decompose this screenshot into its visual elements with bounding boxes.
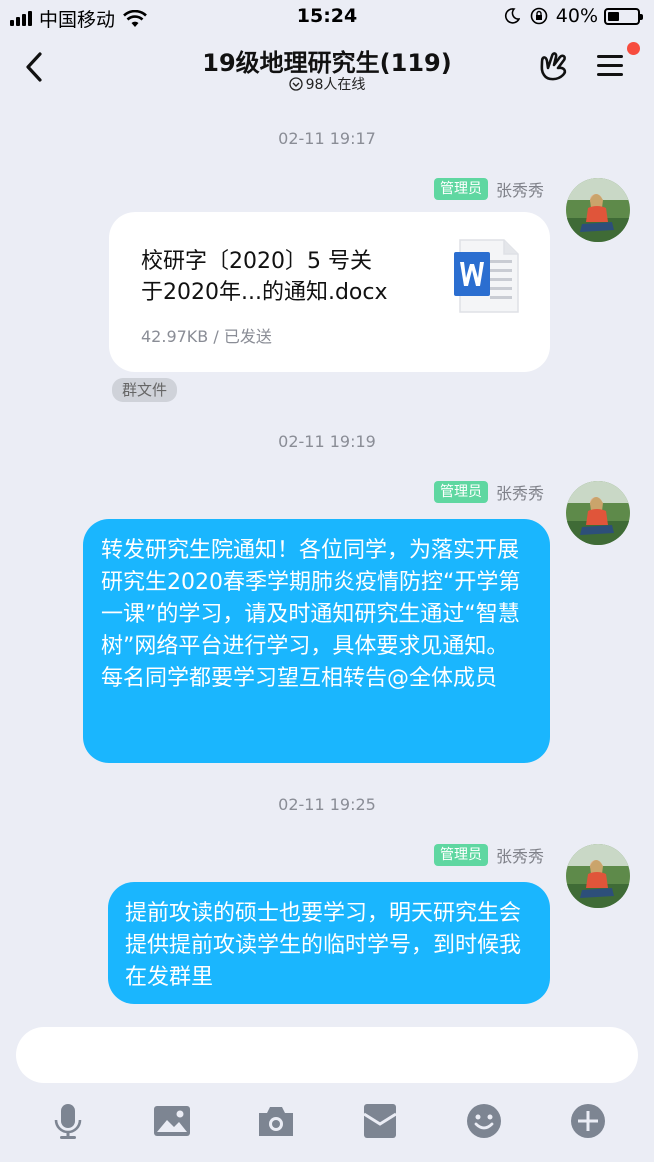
file-name: 校研字〔2020〕5 号关 于2020年...的通知.docx <box>141 246 441 308</box>
sender-name: 张秀秀 <box>495 484 544 503</box>
text-message-bubble[interactable]: 提前攻读的硕士也要学习，明天研究生会提供提前攻读学生的临时学号，到时候我在发群里 <box>108 882 550 1004</box>
admin-badge: 管理员 <box>433 178 488 200</box>
file-name-line: 于2020年...的通知.docx <box>141 280 388 305</box>
hand-gesture-icon <box>540 52 567 81</box>
emoji-icon[interactable] <box>465 1102 503 1140</box>
avatar[interactable] <box>566 178 630 242</box>
message-timestamp: 02-11 19:17 <box>278 129 376 148</box>
group-app-button[interactable] <box>536 48 572 84</box>
battery-icon <box>604 7 643 25</box>
online-count: 98人在线 <box>305 77 366 93</box>
admin-badge: 管理员 <box>433 844 488 866</box>
microphone-icon[interactable] <box>49 1102 87 1140</box>
avatar-image <box>566 844 630 908</box>
message-timestamp: 02-11 19:19 <box>278 432 376 451</box>
status-bar: 中国移动 15:24 40% <box>0 0 654 34</box>
orientation-lock-icon <box>530 7 548 25</box>
file-message-bubble[interactable]: 校研字〔2020〕5 号关 于2020年...的通知.docx 42.97KB … <box>109 212 550 372</box>
moon-icon <box>504 8 520 24</box>
avatar[interactable] <box>566 844 630 908</box>
message-text: 转发研究生院通知！各位同学，为落实开展研究生2020春季学期肺炎疫情防控“开学第… <box>101 538 521 691</box>
word-document-icon <box>454 239 519 313</box>
message-text: 提前攻读的硕士也要学习，明天研究生会提供提前攻读学生的临时学号，到时候我在发群里 <box>125 901 522 990</box>
group-file-tag[interactable]: 群文件 <box>112 378 178 402</box>
avatar-image <box>566 178 630 242</box>
online-indicator-icon <box>288 77 303 91</box>
nav-bar: 19级地理研究生(119) 98人在线 <box>0 34 654 100</box>
sender-name: 张秀秀 <box>495 847 544 866</box>
battery-percent: 40% <box>555 5 598 27</box>
admin-badge: 管理员 <box>433 481 488 503</box>
avatar[interactable] <box>566 481 630 545</box>
camera-icon[interactable] <box>257 1102 295 1140</box>
sender-row: 管理员 张秀秀 <box>433 479 544 505</box>
battery-fill <box>608 11 619 21</box>
notification-dot <box>627 42 640 55</box>
red-packet-icon[interactable] <box>361 1102 399 1140</box>
image-icon[interactable] <box>153 1102 191 1140</box>
file-name-line: 校研字〔2020〕5 号关 <box>141 249 372 274</box>
status-right: 40% <box>504 5 643 27</box>
message-timestamp: 02-11 19:25 <box>278 795 376 814</box>
sender-row: 管理员 张秀秀 <box>433 176 544 202</box>
avatar-image <box>566 481 630 545</box>
sender-name: 张秀秀 <box>495 181 544 200</box>
text-message-bubble[interactable]: 转发研究生院通知！各位同学，为落实开展研究生2020春季学期肺炎疫情防控“开学第… <box>83 519 550 763</box>
plus-icon[interactable] <box>569 1102 607 1140</box>
file-meta: 42.97KB / 已发送 <box>141 327 272 346</box>
hamburger-menu-icon <box>597 55 623 76</box>
input-area <box>0 1013 654 1162</box>
sender-row: 管理员 张秀秀 <box>433 842 544 868</box>
menu-button[interactable] <box>594 50 628 82</box>
message-input[interactable] <box>16 1027 638 1083</box>
